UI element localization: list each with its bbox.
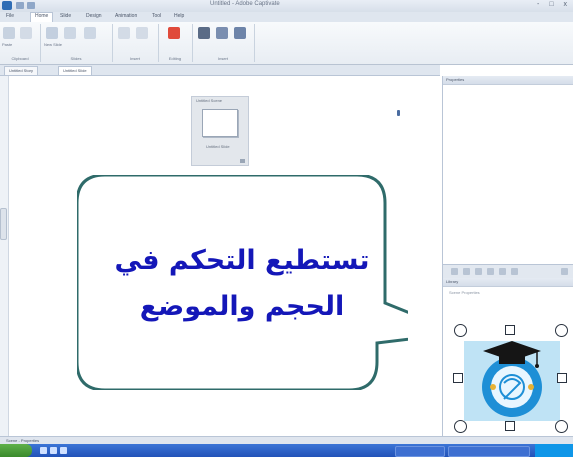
window-title: Untitled - Adobe Captivate <box>210 1 280 7</box>
ribbon-group-clipboard: Paste Clipboard <box>0 24 41 62</box>
paste-icon[interactable] <box>3 27 15 39</box>
resize-handle-bottom-left[interactable] <box>454 420 467 433</box>
resize-handle-top-left[interactable] <box>454 324 467 337</box>
record-icon[interactable] <box>168 27 180 39</box>
document-tab-bar: Untitled Story Untitled Slide <box>0 65 440 76</box>
preview-icon[interactable] <box>216 27 228 39</box>
group-label-clipboard: Clipboard <box>11 56 29 61</box>
shape-icon[interactable] <box>136 27 148 39</box>
pane-close-icon[interactable] <box>561 268 568 275</box>
publish-icon[interactable] <box>234 27 246 39</box>
globe-logo-icon <box>464 341 560 421</box>
new-slide-icon[interactable] <box>46 27 58 39</box>
paste-label: Paste <box>2 42 13 47</box>
group-label-slides: Slides <box>70 56 82 61</box>
callout-line-1: تستطيع التحكم في <box>114 245 370 276</box>
scene-thumbnail-subtitle: Untitled Slide <box>206 144 230 149</box>
taskbar <box>0 444 573 457</box>
delete-slide-icon[interactable] <box>84 27 96 39</box>
panel-collapse-handle[interactable] <box>0 208 7 240</box>
resize-handle-left[interactable] <box>453 373 463 383</box>
resize-corner-icon[interactable] <box>240 159 245 163</box>
ribbon: Paste Clipboard New Slide Slides Insert … <box>0 22 573 65</box>
system-tray[interactable] <box>535 444 573 457</box>
cut-icon[interactable] <box>20 27 32 39</box>
tab-design[interactable]: Design <box>86 13 102 19</box>
ribbon-group-editing: Editing <box>158 24 193 62</box>
pane-toolbar <box>442 264 573 279</box>
application-icon[interactable] <box>2 1 12 10</box>
tab-file[interactable]: File <box>6 13 14 19</box>
ribbon-tab-bar: File Home Slide Design Animation Tool He… <box>0 12 573 22</box>
duplicate-slide-icon[interactable] <box>64 27 76 39</box>
pane-tool-icon-5[interactable] <box>499 268 506 275</box>
tab-tool[interactable]: Tool <box>152 13 161 19</box>
callout-text: تستطيع التحكم في الحجم والموضع <box>82 238 402 330</box>
library-pane-subtitle: Scene Properties <box>449 290 480 295</box>
pane-tool-icon-1[interactable] <box>451 268 458 275</box>
resize-handle-top-right[interactable] <box>555 324 568 337</box>
status-text: Scene - Properties <box>6 438 40 443</box>
taskbar-task-2[interactable] <box>448 446 530 457</box>
resize-handle-top[interactable] <box>505 325 515 335</box>
tab-animation[interactable]: Animation <box>115 13 137 19</box>
taskbar-icon-2[interactable] <box>50 447 57 454</box>
taskbar-task-1[interactable] <box>395 446 445 457</box>
doc-tab-story[interactable]: Untitled Story <box>4 66 39 76</box>
ribbon-group-slides: New Slide Slides <box>40 24 113 62</box>
group-label-insert-2: Insert <box>217 56 228 61</box>
text-icon[interactable] <box>118 27 130 39</box>
callout-line-2: الحجم والموضع <box>139 291 345 322</box>
start-button[interactable] <box>0 444 32 457</box>
slide-preview[interactable] <box>202 109 238 137</box>
library-pane-title: Library <box>443 278 573 287</box>
doc-tab-slide[interactable]: Untitled Slide <box>58 66 92 76</box>
ribbon-group-insert: Insert <box>112 24 159 62</box>
scene-thumbnail-title: Untitled Scene <box>196 98 223 103</box>
image-icon[interactable] <box>198 27 210 39</box>
resize-handle-right[interactable] <box>557 373 567 383</box>
properties-pane-title: Properties <box>443 76 573 85</box>
group-label-editing: Editing <box>168 56 182 61</box>
scene-thumbnail[interactable]: Untitled Scene Untitled Slide <box>191 96 249 166</box>
new-slide-label: New Slide <box>44 42 63 47</box>
pane-tool-icon-2[interactable] <box>463 268 470 275</box>
taskbar-icon-3[interactable] <box>60 447 67 454</box>
ribbon-group-publish: Insert <box>192 24 255 62</box>
resize-handle-bottom[interactable] <box>505 421 515 431</box>
group-label-insert: Insert <box>129 56 140 61</box>
tab-help[interactable]: Help <box>174 13 184 19</box>
quick-access-save-icon[interactable] <box>16 2 24 9</box>
pane-tool-icon-6[interactable] <box>511 268 518 275</box>
pane-tool-icon-3[interactable] <box>475 268 482 275</box>
window-controls[interactable]: - □ x <box>537 1 571 8</box>
quick-access-undo-icon[interactable] <box>27 2 35 9</box>
resize-handle-bottom-right[interactable] <box>555 420 568 433</box>
selected-logo[interactable] <box>459 335 565 427</box>
tab-slide[interactable]: Slide <box>60 13 71 19</box>
taskbar-icon-1[interactable] <box>40 447 47 454</box>
tab-home[interactable]: Home <box>30 12 54 22</box>
properties-pane: Properties <box>442 76 573 264</box>
pane-tool-icon-4[interactable] <box>487 268 494 275</box>
anchor-marker-icon[interactable] <box>397 110 400 116</box>
